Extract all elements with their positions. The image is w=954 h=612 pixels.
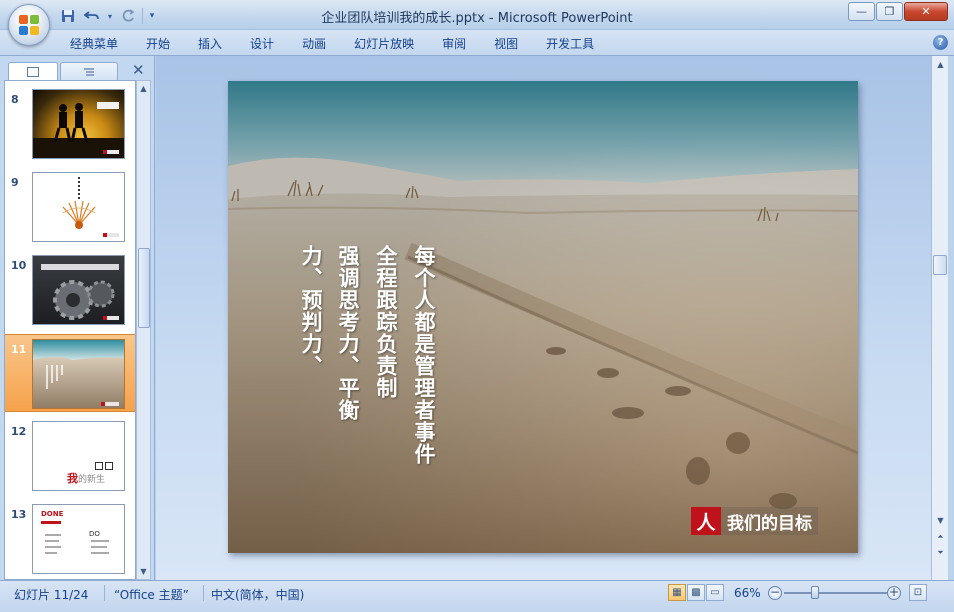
- slide-sorter-icon[interactable]: ▩: [687, 584, 705, 601]
- tab-developer[interactable]: 开发工具: [532, 35, 608, 53]
- slides-pane: ✕ 8 9 10 11 12 我的新生 13 DONE DO ▲ ▼: [0, 56, 155, 580]
- zoom-level[interactable]: 66%: [734, 586, 761, 600]
- minimize-button[interactable]: —: [848, 2, 875, 21]
- thumbnail-slide-9[interactable]: 9: [5, 168, 135, 246]
- thumbnail-slide-12[interactable]: 12 我的新生: [5, 417, 135, 495]
- tab-review[interactable]: 审阅: [428, 35, 480, 53]
- tab-outline[interactable]: [60, 62, 118, 80]
- office-button[interactable]: [8, 4, 50, 46]
- slide-line-4: 力、预判力、: [299, 245, 323, 377]
- tab-view[interactable]: 视图: [480, 35, 532, 53]
- scroll-down-icon[interactable]: ▼: [137, 565, 150, 578]
- tab-insert[interactable]: 插入: [184, 35, 236, 53]
- thumbnail-caption-main: 我: [67, 472, 78, 485]
- tab-classic-menu[interactable]: 经典菜单: [56, 35, 132, 53]
- thumbnail-scrollbar[interactable]: ▲ ▼: [136, 80, 151, 580]
- scroll-up-icon[interactable]: ▲: [137, 82, 150, 95]
- title-bar: ▾ ▾ 企业团队培训我的成长.pptx - Microsoft PowerPoi…: [0, 0, 954, 30]
- window-title: 企业团队培训我的成长.pptx - Microsoft PowerPoint: [321, 11, 633, 26]
- theme-name: “Office 主题”: [114, 588, 189, 602]
- thumbnail-image: [32, 255, 125, 325]
- zoom-slider-knob[interactable]: [811, 586, 819, 599]
- thumbnail-slide-11[interactable]: 11: [5, 334, 135, 412]
- scroll-up-icon[interactable]: ▲: [934, 58, 947, 71]
- fit-to-window-icon[interactable]: ⊡: [909, 584, 927, 601]
- thumbnail-list: 8 9 10 11 12 我的新生 13 DONE DO: [4, 80, 136, 580]
- current-slide[interactable]: 每个人都是管理者事件 全程跟踪负责制 强调思考力、平衡 力、预判力、 人 我们的…: [228, 81, 858, 553]
- thumbnail-box-icon: [105, 462, 113, 470]
- close-pane-icon[interactable]: ✕: [132, 61, 145, 79]
- zoom-slider[interactable]: [784, 586, 888, 599]
- scroll-down-icon[interactable]: ▼: [934, 514, 947, 527]
- thumbnail-number: 12: [11, 425, 27, 438]
- thumbnail-number: 13: [11, 508, 27, 521]
- ribbon: 经典菜单 开始 插入 设计 动画 幻灯片放映 审阅 视图 开发工具 ?: [0, 30, 954, 56]
- view-buttons: ▦ ▩ ▭: [668, 584, 724, 601]
- slide-line-2: 全程跟踪负责制: [374, 245, 398, 399]
- thumbnail-slide-10[interactable]: 10: [5, 251, 135, 329]
- thumbnail-image: DONE DO: [32, 504, 125, 574]
- zoom-out-icon[interactable]: −: [768, 586, 782, 600]
- thumbnail-caption-rest: DO: [89, 530, 100, 538]
- outline-icon: [84, 67, 94, 76]
- tab-slideshow[interactable]: 幻灯片放映: [340, 35, 428, 53]
- thumbnail-number: 9: [11, 176, 19, 189]
- slide-scrollbar[interactable]: ▲ ▼ ⏶ ⏷: [931, 56, 948, 580]
- close-button[interactable]: ✕: [904, 2, 948, 21]
- badge-text: 我们的目标: [721, 507, 818, 535]
- tab-design[interactable]: 设计: [236, 35, 288, 53]
- tab-animation[interactable]: 动画: [288, 35, 340, 53]
- zoom-in-icon[interactable]: +: [887, 586, 901, 600]
- tab-slides[interactable]: [8, 62, 58, 81]
- thumbnail-number: 11: [11, 343, 27, 356]
- thumbnail-image: [32, 339, 125, 409]
- tab-home[interactable]: 开始: [132, 35, 184, 53]
- scrollbar-thumb[interactable]: [138, 248, 150, 328]
- pane-tabs: [6, 60, 151, 81]
- status-bar: 幻灯片 11/24 “Office 主题” 中文(简体，中国) ▦ ▩ ▭ 66…: [0, 580, 954, 612]
- status-divider: [104, 585, 105, 601]
- thumbnail-slide-8[interactable]: 8: [5, 85, 135, 163]
- thumbnail-image: [32, 89, 125, 159]
- badge-mark: 人: [691, 507, 721, 535]
- thumbnail-image: 我的新生: [32, 421, 125, 491]
- normal-view-icon[interactable]: ▦: [668, 584, 686, 601]
- thumbnail-image: [32, 172, 125, 242]
- status-divider: [203, 585, 204, 601]
- help-icon[interactable]: ?: [933, 35, 948, 50]
- slide-position: 幻灯片 11/24: [14, 588, 89, 602]
- ribbon-tabs: 经典菜单 开始 插入 设计 动画 幻灯片放映 审阅 视图 开发工具: [56, 35, 608, 53]
- previous-slide-icon[interactable]: ⏶: [934, 530, 947, 543]
- slideshow-icon[interactable]: ▭: [706, 584, 724, 601]
- slides-icon: [27, 67, 39, 77]
- office-logo-icon: [19, 15, 40, 36]
- thumbnail-box-icon: [95, 462, 103, 470]
- thumbnail-number: 10: [11, 259, 27, 272]
- thumbnail-slide-13[interactable]: 13 DONE DO: [5, 500, 135, 578]
- slide-editor: 每个人都是管理者事件 全程跟踪负责制 强调思考力、平衡 力、预判力、 人 我们的…: [156, 56, 932, 580]
- next-slide-icon[interactable]: ⏷: [934, 546, 947, 559]
- language-indicator[interactable]: 中文(简体，中国): [211, 586, 304, 603]
- window-controls: — ❐ ✕: [848, 2, 948, 21]
- thumbnail-number: 8: [11, 93, 19, 106]
- thumbnail-caption-rest: 的新生: [78, 475, 106, 485]
- slide-line-1: 每个人都是管理者事件: [412, 245, 436, 465]
- scrollbar-thumb[interactable]: [933, 255, 947, 275]
- restore-button[interactable]: ❐: [876, 2, 903, 21]
- slide-badge: 人 我们的目标: [691, 507, 818, 535]
- slide-line-3: 强调思考力、平衡: [336, 245, 360, 421]
